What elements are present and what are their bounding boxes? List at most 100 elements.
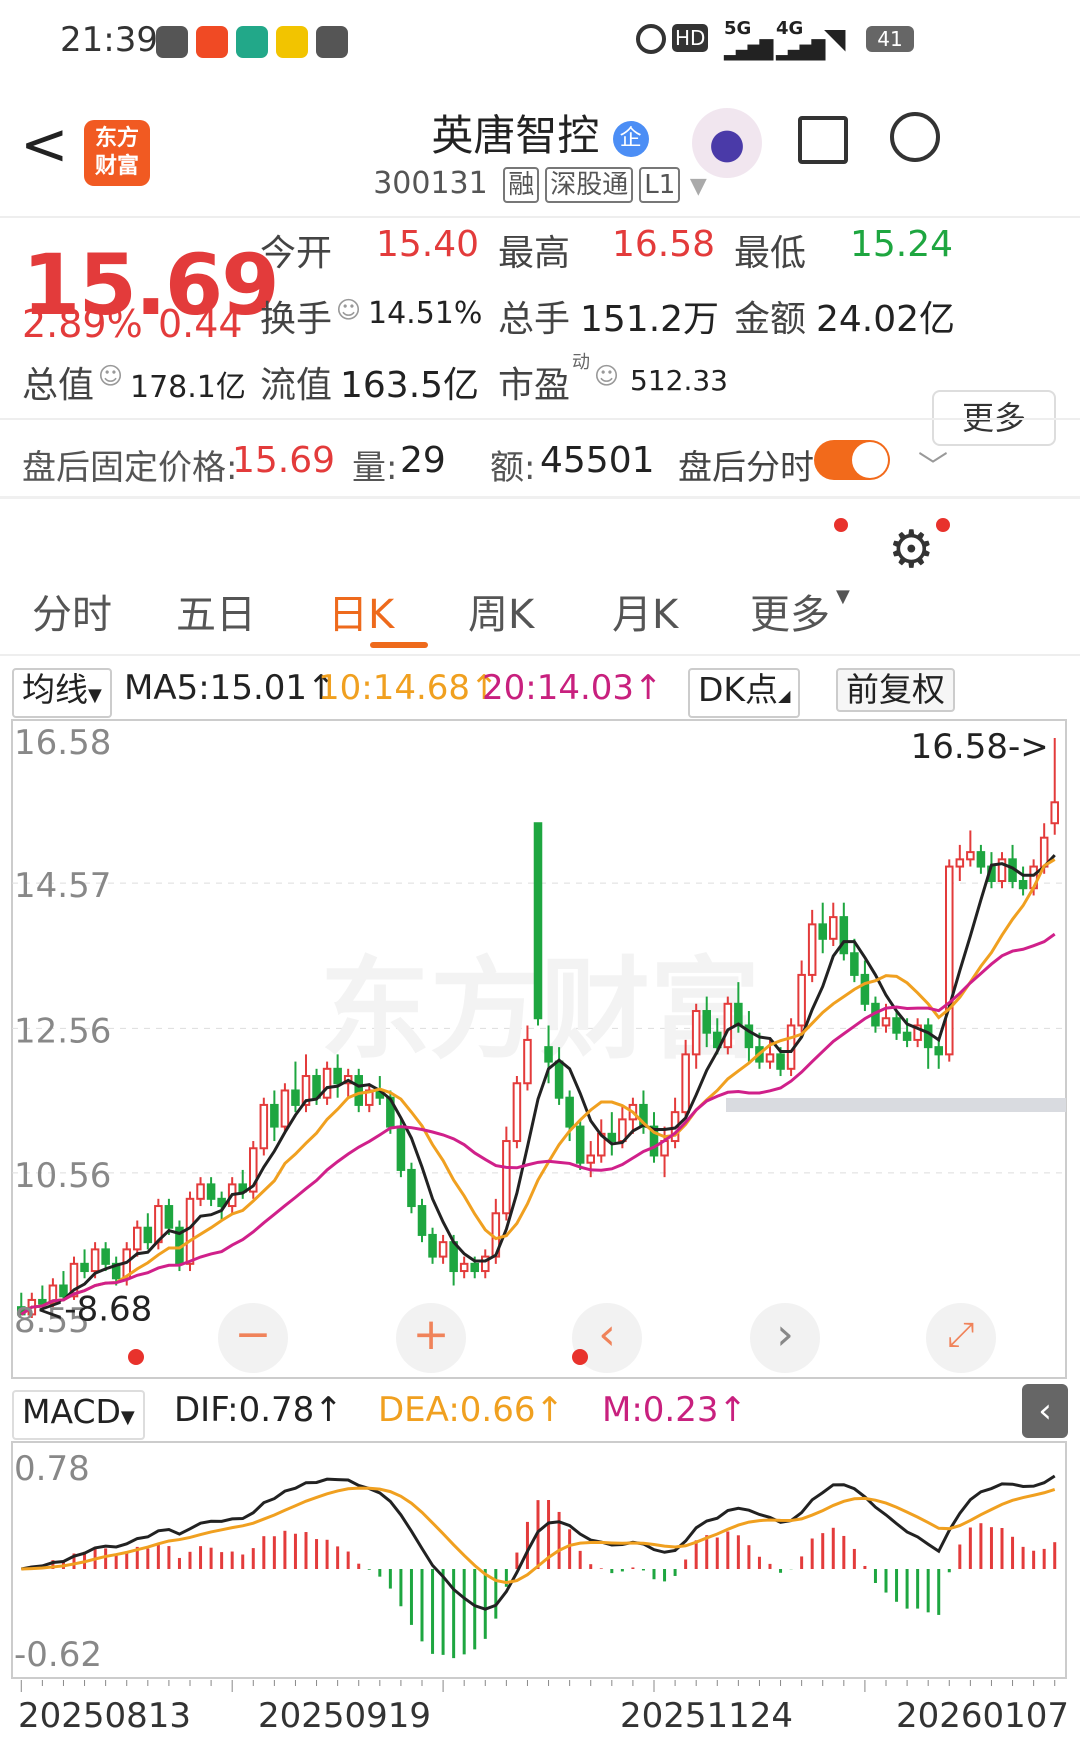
collapse-panel-button[interactable]: ‹ bbox=[1022, 1384, 1068, 1438]
m-value: M:0.23↑ bbox=[602, 1390, 747, 1430]
candle-body bbox=[776, 1053, 785, 1070]
signal-icon: ▂▄▆█ bbox=[724, 40, 773, 61]
network-4g-icon: 4G bbox=[776, 18, 804, 39]
after-hours-vol: 29 bbox=[400, 440, 446, 481]
candle-body bbox=[955, 858, 965, 868]
candle-body bbox=[797, 973, 806, 1027]
candle-body bbox=[417, 1205, 427, 1236]
divider bbox=[0, 418, 1080, 420]
candle-body bbox=[860, 973, 870, 1005]
candle-body bbox=[976, 851, 986, 868]
candle-body bbox=[428, 1233, 437, 1258]
search-icon[interactable] bbox=[890, 112, 940, 162]
candle-body bbox=[1018, 880, 1028, 890]
open-value: 15.40 bbox=[376, 224, 480, 265]
alarm-icon bbox=[636, 24, 666, 54]
candle-body bbox=[322, 1067, 332, 1099]
tab-monthly-k[interactable]: 月K bbox=[612, 582, 678, 640]
volume-value: 151.2万 bbox=[580, 299, 720, 340]
x-tick-label: 20250813 bbox=[18, 1696, 192, 1736]
y-tick-label: 10.56 bbox=[14, 1156, 111, 1196]
float-cap-label: 流值 bbox=[260, 365, 333, 406]
candle-body bbox=[765, 1053, 775, 1063]
enterprise-badge: 企 bbox=[612, 120, 649, 157]
kline-chart[interactable]: 东方财富 16.5814.5712.5610.568.5516.58-><-8.… bbox=[0, 718, 1080, 1380]
tab-five-day[interactable]: 五日 bbox=[176, 582, 256, 640]
x-axis-ticks bbox=[20, 1680, 1056, 1692]
amount-label: 金额 bbox=[734, 299, 807, 340]
high-label: 最高 bbox=[498, 233, 571, 274]
candle-body bbox=[1050, 801, 1059, 825]
candle-body bbox=[892, 1017, 901, 1034]
candle-body bbox=[966, 851, 975, 861]
app-notification-icon bbox=[316, 26, 348, 58]
ma20-value: 20:14.03↑ bbox=[482, 668, 663, 708]
status-bar: 21:39 HD 5G ▂▄▆█ 4G ▂▄▆█ ◥ 41 bbox=[0, 0, 1080, 84]
after-hours-amt: 45501 bbox=[540, 440, 655, 481]
candle-body bbox=[923, 1024, 933, 1049]
candle-body bbox=[143, 1226, 153, 1244]
margin-tag: 融 bbox=[503, 167, 540, 203]
scroll-right-button[interactable]: › bbox=[750, 1303, 820, 1373]
candle-body bbox=[270, 1103, 279, 1128]
y-tick-label: 16.58 bbox=[14, 723, 111, 763]
ma5-value: MA5:15.01↑ bbox=[124, 668, 336, 708]
app-notification-icon bbox=[196, 26, 228, 58]
candle-body bbox=[502, 1140, 511, 1215]
candle-body bbox=[291, 1089, 300, 1106]
info-icon[interactable]: ☺ bbox=[98, 362, 123, 390]
event-dot bbox=[128, 1349, 144, 1365]
assistant-robot-icon[interactable] bbox=[692, 108, 762, 178]
candle-body bbox=[196, 1183, 205, 1200]
settings-gear-icon[interactable]: ⚙ bbox=[888, 520, 935, 580]
chevron-down-icon[interactable]: ▼ bbox=[690, 174, 707, 199]
candle-body bbox=[586, 1154, 595, 1164]
candle-body bbox=[839, 916, 849, 955]
high-price-marker: 16.58-> bbox=[911, 727, 1049, 767]
candle-body bbox=[206, 1183, 216, 1200]
after-hours-vol-label: 量: bbox=[352, 448, 398, 488]
signal-icon: ▂▄▆█ bbox=[776, 40, 825, 61]
dea-value: DEA:0.66↑ bbox=[378, 1390, 564, 1430]
macd-select[interactable]: MACD▼ bbox=[12, 1390, 145, 1440]
candle-body bbox=[681, 1053, 690, 1114]
level-tag: L1 bbox=[639, 167, 681, 203]
low-price-marker: <-8.68 bbox=[36, 1290, 152, 1330]
share-icon[interactable] bbox=[798, 116, 848, 164]
pe-value: 512.33 bbox=[630, 364, 728, 397]
zoom-in-button[interactable]: + bbox=[396, 1303, 466, 1373]
tab-daily-k[interactable]: 日K bbox=[328, 582, 394, 640]
turnover-value: 14.51% bbox=[368, 296, 483, 331]
after-hours-price: 15.69 bbox=[232, 440, 336, 481]
candle-body bbox=[702, 1010, 711, 1034]
dk-point-button[interactable]: DK点◢ bbox=[688, 668, 801, 718]
info-icon[interactable]: ☺ bbox=[594, 362, 619, 390]
ma-select[interactable]: 均线▼ bbox=[12, 668, 112, 718]
tab-more[interactable]: 更多 bbox=[750, 582, 830, 640]
chevron-down-icon[interactable]: ﹀ bbox=[918, 442, 948, 486]
change-percent: 2.89% bbox=[22, 302, 143, 346]
status-time: 21:39 bbox=[60, 20, 158, 60]
tab-timeshare[interactable]: 分时 bbox=[32, 582, 112, 640]
candle-body bbox=[101, 1248, 110, 1265]
zoom-out-button[interactable]: − bbox=[218, 1303, 288, 1373]
app-notification-icon bbox=[156, 26, 188, 58]
macd-chart[interactable]: 0.78 -0.62 bbox=[0, 1440, 1080, 1680]
candle-body bbox=[185, 1197, 195, 1265]
boss-app-icon bbox=[236, 26, 268, 58]
candle-body bbox=[80, 1262, 89, 1273]
info-icon[interactable]: ☺ bbox=[336, 296, 361, 324]
candle-body bbox=[734, 1002, 743, 1027]
candle-body bbox=[259, 1103, 269, 1150]
after-hours-toggle[interactable] bbox=[814, 440, 890, 480]
candle-body bbox=[396, 1125, 406, 1171]
adjust-select[interactable]: 前复权 bbox=[836, 668, 955, 712]
candle-body bbox=[333, 1067, 342, 1085]
macd-y-tick-label: -0.62 bbox=[14, 1635, 102, 1675]
stock-code-line: 300131 融深股通 L1 ▼ bbox=[0, 166, 1080, 203]
candle-body bbox=[133, 1226, 142, 1251]
event-dot bbox=[572, 1349, 588, 1365]
macd-y-tick-label: 0.78 bbox=[14, 1449, 90, 1489]
fullscreen-icon[interactable]: ⤢ bbox=[926, 1303, 996, 1373]
tab-weekly-k[interactable]: 周K bbox=[468, 582, 534, 640]
